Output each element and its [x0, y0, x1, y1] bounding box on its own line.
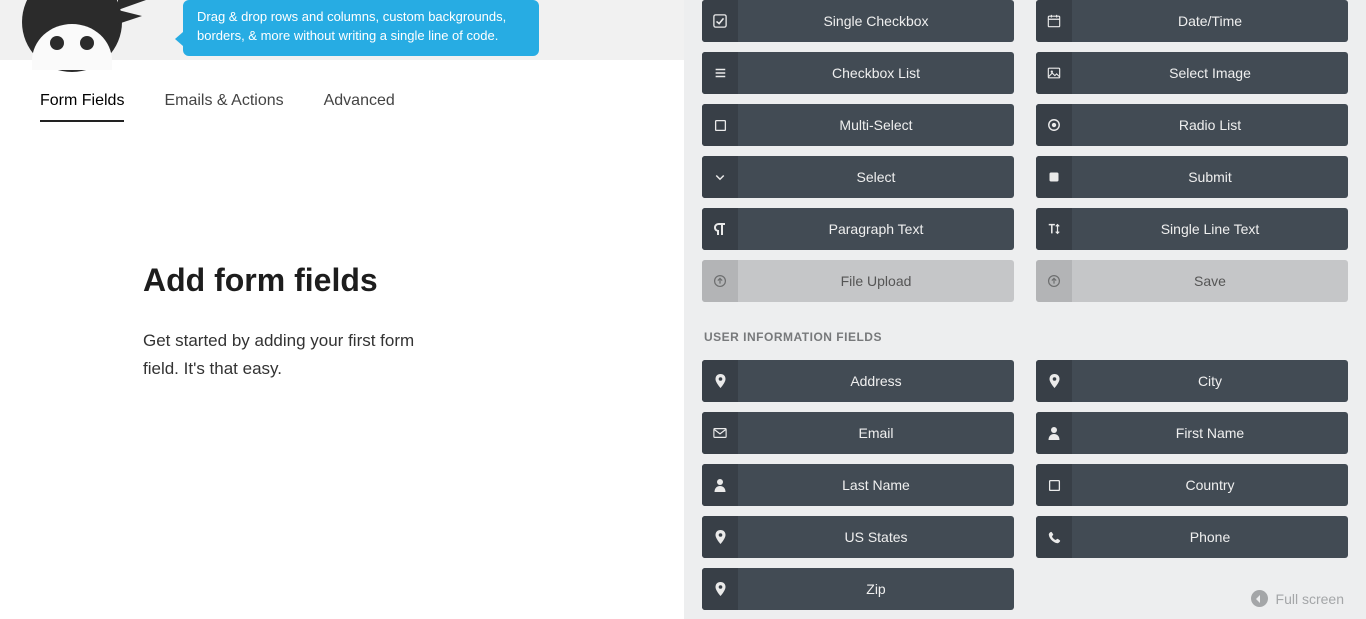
field-save: Save [1036, 260, 1348, 302]
page-subtitle: Get started by adding your first form fi… [143, 327, 430, 383]
field-label: Phone [1072, 516, 1348, 558]
field-label: Select Image [1072, 52, 1348, 94]
field-multi-select[interactable]: Multi-Select [702, 104, 1014, 146]
map-pin-icon [702, 360, 738, 402]
check-square-icon [702, 0, 738, 42]
field-select-image[interactable]: Select Image [1036, 52, 1348, 94]
map-pin-icon [1036, 360, 1072, 402]
field-label: Paragraph Text [738, 208, 1014, 250]
map-pin-icon [702, 516, 738, 558]
square-solid-icon [1036, 156, 1072, 198]
field-checkbox-list[interactable]: Checkbox List [702, 52, 1014, 94]
field-label: Single Checkbox [738, 0, 1014, 42]
user-field-country[interactable]: Country [1036, 464, 1348, 506]
square-icon [702, 104, 738, 146]
user-field-zip[interactable]: Zip [702, 568, 1014, 610]
field-label: Email [738, 412, 1014, 454]
field-label: Single Line Text [1072, 208, 1348, 250]
field-select[interactable]: Select [702, 156, 1014, 198]
user-field-us-states[interactable]: US States [702, 516, 1014, 558]
user-field-email[interactable]: Email [702, 412, 1014, 454]
promo-tooltip: Drag & drop rows and columns, custom bac… [183, 0, 539, 56]
field-label: Submit [1072, 156, 1348, 198]
phone-icon [1036, 516, 1072, 558]
text-height-icon [1036, 208, 1072, 250]
user-field-first-name[interactable]: First Name [1036, 412, 1348, 454]
field-label: Country [1072, 464, 1348, 506]
field-label: City [1072, 360, 1348, 402]
tab-advanced[interactable]: Advanced [324, 92, 395, 122]
field-label: US States [738, 516, 1014, 558]
page-title: Add form fields [143, 262, 430, 299]
field-label: Last Name [738, 464, 1014, 506]
tab-form-fields[interactable]: Form Fields [40, 92, 124, 122]
field-paragraph-text[interactable]: Paragraph Text [702, 208, 1014, 250]
upload-icon [702, 260, 738, 302]
collapse-icon [1251, 590, 1268, 607]
user-field-address[interactable]: Address [702, 360, 1014, 402]
field-label: Save [1072, 260, 1348, 302]
square-icon [1036, 464, 1072, 506]
map-pin-icon [702, 568, 738, 610]
field-label: Multi-Select [738, 104, 1014, 146]
user-icon [1036, 412, 1072, 454]
record-icon [1036, 104, 1072, 146]
app-logo [22, 0, 132, 82]
fullscreen-toggle[interactable]: Full screen [1251, 590, 1344, 607]
fullscreen-label: Full screen [1276, 591, 1344, 607]
field-label: File Upload [738, 260, 1014, 302]
field-single-checkbox[interactable]: Single Checkbox [702, 0, 1014, 42]
user-field-last-name[interactable]: Last Name [702, 464, 1014, 506]
user-icon [702, 464, 738, 506]
user-field-phone[interactable]: Phone [1036, 516, 1348, 558]
user-field-city[interactable]: City [1036, 360, 1348, 402]
list-icon [702, 52, 738, 94]
upload-icon [1036, 260, 1072, 302]
field-label: First Name [1072, 412, 1348, 454]
field-label: Address [738, 360, 1014, 402]
field-label: Select [738, 156, 1014, 198]
calendar-icon [1036, 0, 1072, 42]
field-label: Radio List [1072, 104, 1348, 146]
field-radio-list[interactable]: Radio List [1036, 104, 1348, 146]
field-single-line-text[interactable]: Single Line Text [1036, 208, 1348, 250]
paragraph-icon [702, 208, 738, 250]
image-icon [1036, 52, 1072, 94]
section-title-user-info: USER INFORMATION FIELDS [704, 330, 1348, 344]
field-submit[interactable]: Submit [1036, 156, 1348, 198]
field-date-time[interactable]: Date/Time [1036, 0, 1348, 42]
field-palette: Single Checkbox Date/Time Checkbox List Sel… [684, 0, 1366, 619]
field-label: Zip [738, 568, 1014, 610]
field-file-upload: File Upload [702, 260, 1014, 302]
chevron-down-icon [702, 156, 738, 198]
tab-emails-actions[interactable]: Emails & Actions [164, 92, 283, 122]
field-label: Checkbox List [738, 52, 1014, 94]
field-label: Date/Time [1072, 0, 1348, 42]
envelope-icon [702, 412, 738, 454]
